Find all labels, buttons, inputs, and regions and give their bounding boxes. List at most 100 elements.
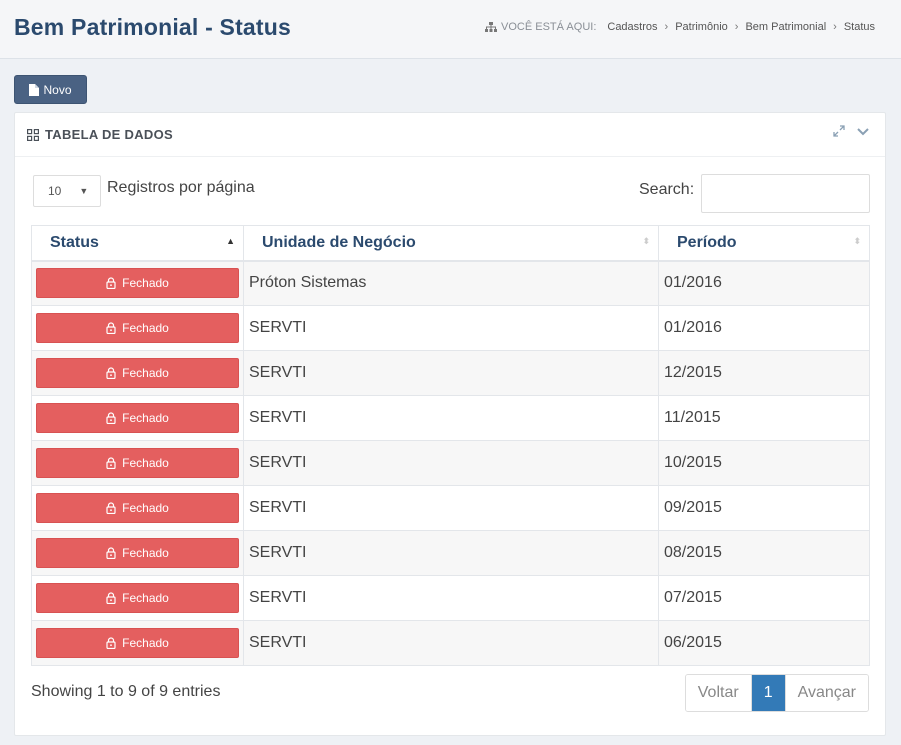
status-label: Fechado [122,456,169,470]
table-row: Fechado SERVTI 12/2015 [31,350,870,396]
status-label: Fechado [122,276,169,291]
panel-title: TABELA DE DADOS [27,127,173,142]
table-row: Fechado SERVTI 11/2015 [31,395,870,441]
table-row: Fechado SERVTI 01/2016 [31,305,870,351]
table-row: Fechado SERVTI 07/2015 [31,575,870,621]
status-label: Fechado [122,501,169,515]
expand-icon[interactable] [833,125,845,137]
new-button-label: Novo [43,82,72,97]
table-info: Showing 1 to 9 of 9 entries [31,683,221,700]
breadcrumb-item-bem-patrimonial[interactable]: Bem Patrimonial [745,21,826,33]
status-closed-button[interactable]: Fechado [36,538,239,568]
breadcrumb-item-patrimonio[interactable]: Patrimônio [675,21,728,33]
column-header-label: Período [677,233,737,251]
breadcrumb-separator: › [664,21,669,33]
status-closed-button[interactable]: Fechado [36,313,239,343]
unit-cell: Próton Sistemas [243,260,659,306]
unit-cell: SERVTI [243,440,659,486]
breadcrumb-item-cadastros[interactable]: Cadastros [607,21,657,33]
table-row: Fechado SERVTI 06/2015 [31,620,870,666]
lock-icon [106,322,116,334]
unit-cell: SERVTI [243,530,659,576]
status-cell: Fechado [31,350,244,396]
lock-icon [106,457,116,469]
period-cell: 10/2015 [658,440,870,486]
lock-icon [106,277,116,290]
status-label: Fechado [122,636,169,650]
period-cell: 01/2016 [658,260,870,306]
column-header-status[interactable]: Status ▲ [31,225,244,262]
status-closed-button[interactable]: Fechado [36,628,239,658]
breadcrumb: VOCÊ ESTÁ AQUI: Cadastros › Patrimônio ›… [485,21,875,33]
table-body: Fechado Próton Sistemas 01/2016 Fechado SERV… [31,260,870,666]
status-closed-button[interactable]: Fechado [36,493,239,523]
status-cell: Fechado [31,395,244,441]
lock-icon [106,502,116,514]
sitemap-icon [485,21,498,32]
caret-down-icon: ▼ [79,186,89,196]
lock-icon [106,637,116,649]
breadcrumb-separator: › [833,21,837,33]
chevron-down-icon[interactable] [857,125,869,137]
breadcrumb-here-label: VOCÊ ESTÁ AQUI: [501,21,597,33]
status-label: Fechado [122,546,169,560]
status-closed-button[interactable]: Fechado [36,268,239,299]
search-input[interactable] [701,174,870,213]
page-button-current[interactable]: 1 [751,675,786,711]
column-header-period[interactable]: Período ⬍ [658,225,870,262]
grid-icon [27,128,39,141]
lock-icon [106,412,116,424]
length-select[interactable]: 10 ▼ [33,175,101,207]
table-row: Fechado SERVTI 10/2015 [31,440,870,486]
period-cell: 07/2015 [658,575,870,621]
table-row: Fechado Próton Sistemas 01/2016 [31,260,870,306]
lock-icon [106,547,116,559]
table-row: Fechado SERVTI 08/2015 [31,530,870,576]
status-label: Fechado [122,411,169,425]
status-label: Fechado [122,366,169,380]
page-header: Bem Patrimonial - Status VOCÊ ESTÁ AQUI:… [0,0,901,59]
new-button[interactable]: Novo [14,75,87,104]
sort-icon: ⬍ [853,236,861,246]
status-label: Fechado [122,321,169,335]
unit-cell: SERVTI [243,620,659,666]
period-cell: 12/2015 [658,350,870,396]
panel-tools [833,125,869,137]
sort-icon: ⬍ [642,236,650,246]
status-closed-button[interactable]: Fechado [36,448,239,478]
unit-cell: SERVTI [243,305,659,351]
period-cell: 09/2015 [658,485,870,531]
column-header-label: Status [50,233,99,251]
status-cell: Fechado [31,575,244,621]
status-cell: Fechado [31,305,244,351]
data-table: Status ▲ Unidade de Negócio ⬍ Período ⬍ Fec… [31,225,870,666]
status-closed-button[interactable]: Fechado [36,583,239,613]
table-row: Fechado SERVTI 09/2015 [31,485,870,531]
table-header-row: Status ▲ Unidade de Negócio ⬍ Período ⬍ [31,225,870,262]
period-cell: 01/2016 [658,305,870,351]
unit-cell: SERVTI [243,485,659,531]
status-cell: Fechado [31,440,244,486]
lock-icon [106,592,116,604]
breadcrumb-here: VOCÊ ESTÁ AQUI: [485,21,596,33]
column-header-label: Unidade de Negócio [262,233,416,251]
status-cell: Fechado [31,260,244,306]
data-panel: TABELA DE DADOS 10 ▼ Registros por págin… [14,112,886,736]
breadcrumb-item-status: Status [843,21,875,33]
pagination: Voltar 1 Avançar [684,674,869,712]
status-label: Fechado [122,591,169,605]
status-cell: Fechado [31,620,244,666]
status-cell: Fechado [31,530,244,576]
panel-header: TABELA DE DADOS [15,113,885,157]
prev-page-button[interactable]: Voltar [685,675,752,711]
period-cell: 06/2015 [658,620,870,666]
sort-asc-icon: ▲ [226,236,235,246]
status-cell: Fechado [31,485,244,531]
panel-title-label: TABELA DE DADOS [45,127,173,142]
status-closed-button[interactable]: Fechado [36,403,239,433]
column-header-unit[interactable]: Unidade de Negócio ⬍ [243,225,659,262]
status-closed-button[interactable]: Fechado [36,358,239,388]
next-page-button[interactable]: Avançar [785,675,868,711]
period-cell: 11/2015 [658,395,870,441]
unit-cell: SERVTI [243,395,659,441]
